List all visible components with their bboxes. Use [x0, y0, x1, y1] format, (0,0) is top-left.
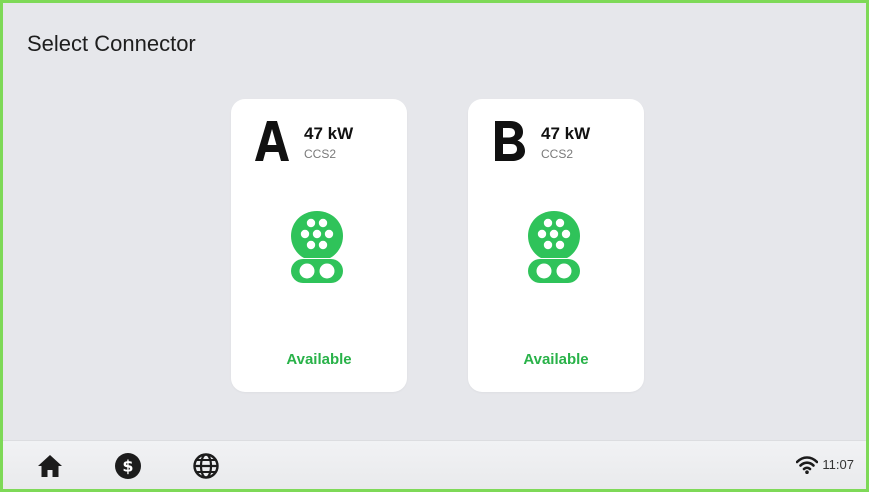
app-frame: Select Connector 47 kW CCS2 Available 47…	[0, 0, 869, 492]
clock: 11:07	[822, 457, 854, 472]
connector-power: 47 kW	[304, 124, 354, 143]
home-button[interactable]	[35, 451, 65, 481]
globe-icon	[193, 453, 219, 479]
page-title: Select Connector	[27, 31, 196, 56]
dollar-icon: $	[115, 453, 141, 479]
pricing-button[interactable]: $	[113, 451, 143, 481]
connector-type: CCS2	[541, 147, 574, 161]
ccs2-plug-icon	[528, 211, 580, 283]
bottom-bar: $ 11:07	[3, 440, 866, 489]
connector-power: 47 kW	[541, 124, 591, 143]
connector-status: Available	[523, 351, 589, 368]
home-icon	[38, 455, 62, 477]
connector-status: Available	[286, 351, 352, 368]
connector-card-b[interactable]: 47 kW CCS2 Available	[468, 99, 644, 392]
ccs2-plug-icon	[291, 211, 343, 283]
connector-card-a[interactable]: 47 kW CCS2 Available	[231, 99, 407, 392]
language-button[interactable]	[191, 451, 221, 481]
connector-letter-a	[255, 121, 289, 161]
svg-text:$: $	[122, 457, 133, 476]
connector-type: CCS2	[304, 147, 337, 161]
wifi-icon	[796, 456, 818, 474]
connector-letter-b	[495, 121, 525, 161]
